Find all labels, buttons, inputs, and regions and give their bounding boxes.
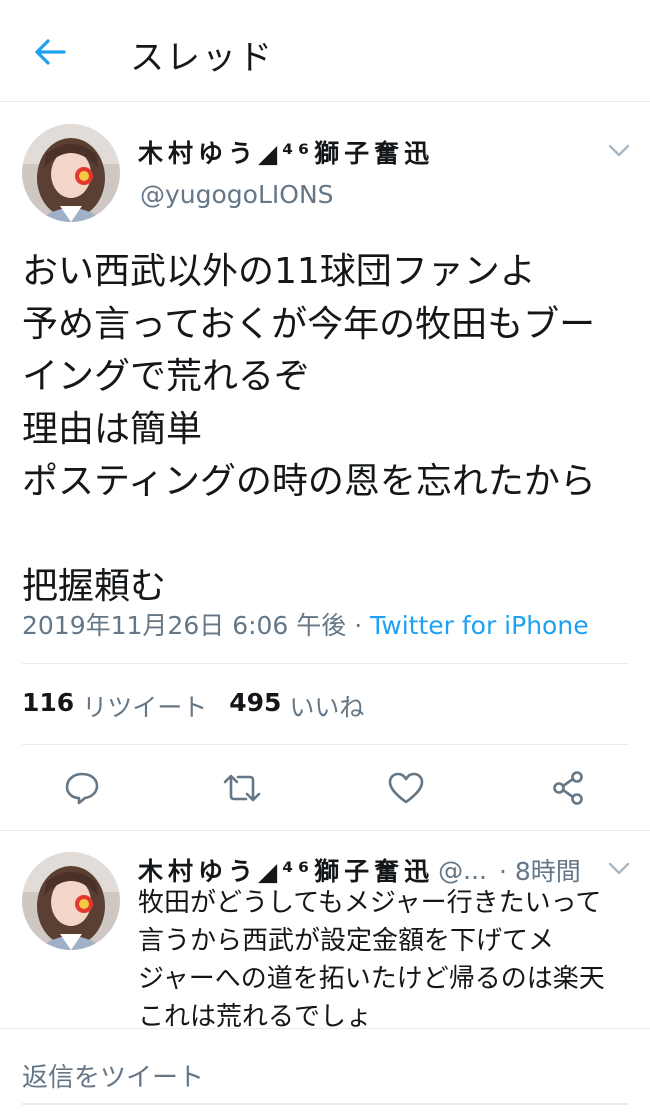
- arrow-left-icon: [35, 39, 66, 65]
- reply-menu-button[interactable]: [604, 854, 634, 884]
- reply-handle: @...: [438, 855, 487, 885]
- like-count: 495: [229, 688, 282, 717]
- like-button[interactable]: [384, 766, 428, 810]
- reply-author-row[interactable]: 木村ゆう◢⁴⁶獅子奮迅 @... · 8時間: [138, 852, 581, 888]
- retweet-count-link[interactable]: 116 リツイート: [22, 688, 207, 724]
- reply-button[interactable]: [60, 766, 104, 810]
- like-count-link[interactable]: 495 いいね: [229, 688, 364, 724]
- retweet-label: リツイート: [82, 693, 208, 722]
- share-icon: [553, 771, 583, 805]
- reply-input-underline: [22, 1103, 628, 1105]
- like-label: いいね: [289, 693, 365, 722]
- tweet-stats: 116 リツイート 495 いいね: [22, 688, 364, 724]
- chevron-down-icon: [608, 862, 630, 875]
- reply-display-name: 木村ゆう◢⁴⁶獅子奮迅: [138, 857, 435, 886]
- author-name-row[interactable]: 木村ゆう◢⁴⁶獅子奮迅: [138, 134, 434, 170]
- page-title: スレッド: [130, 38, 274, 78]
- divider: [22, 663, 628, 664]
- thread-header: スレッド: [0, 0, 650, 102]
- divider: [0, 830, 650, 831]
- meta-separator: ·: [346, 611, 371, 640]
- share-button[interactable]: [546, 766, 590, 810]
- back-button[interactable]: [28, 32, 72, 72]
- tweet-timestamp[interactable]: 2019年11月26日 6:06 午後: [22, 611, 346, 640]
- reply-avatar[interactable]: [22, 852, 120, 950]
- reply-icon: [65, 772, 99, 805]
- retweet-icon: [223, 774, 261, 802]
- display-name: 木村ゆう◢⁴⁶獅子奮迅: [138, 139, 435, 168]
- tweet-source-link[interactable]: Twitter for iPhone: [370, 611, 588, 640]
- retweet-count: 116: [22, 688, 75, 717]
- avatar[interactable]: [22, 124, 120, 222]
- reply-input[interactable]: 返信をツイート: [22, 1057, 204, 1094]
- like-icon: [388, 772, 424, 804]
- user-handle[interactable]: @yugogoLIONS: [140, 180, 334, 209]
- tweet-menu-button[interactable]: [604, 136, 634, 166]
- divider: [22, 744, 628, 745]
- retweet-button[interactable]: [220, 766, 264, 810]
- tweet-text: おい西武以外の11球団ファンよ 予め言っておくが今年の牧田もブー イングで荒れる…: [22, 251, 596, 607]
- reply-text: 牧田がどうしてもメジャー行きたいって 言うから西武が設定金額を下げてメ ジャーへ…: [138, 888, 605, 1032]
- reply-timestamp: · 8時間: [498, 857, 581, 886]
- chevron-down-icon: [608, 144, 630, 157]
- tweet-meta: 2019年11月26日 6:06 午後 · Twitter for iPhone: [22, 606, 589, 642]
- reply-composer: 返信をツイート: [0, 1028, 650, 1112]
